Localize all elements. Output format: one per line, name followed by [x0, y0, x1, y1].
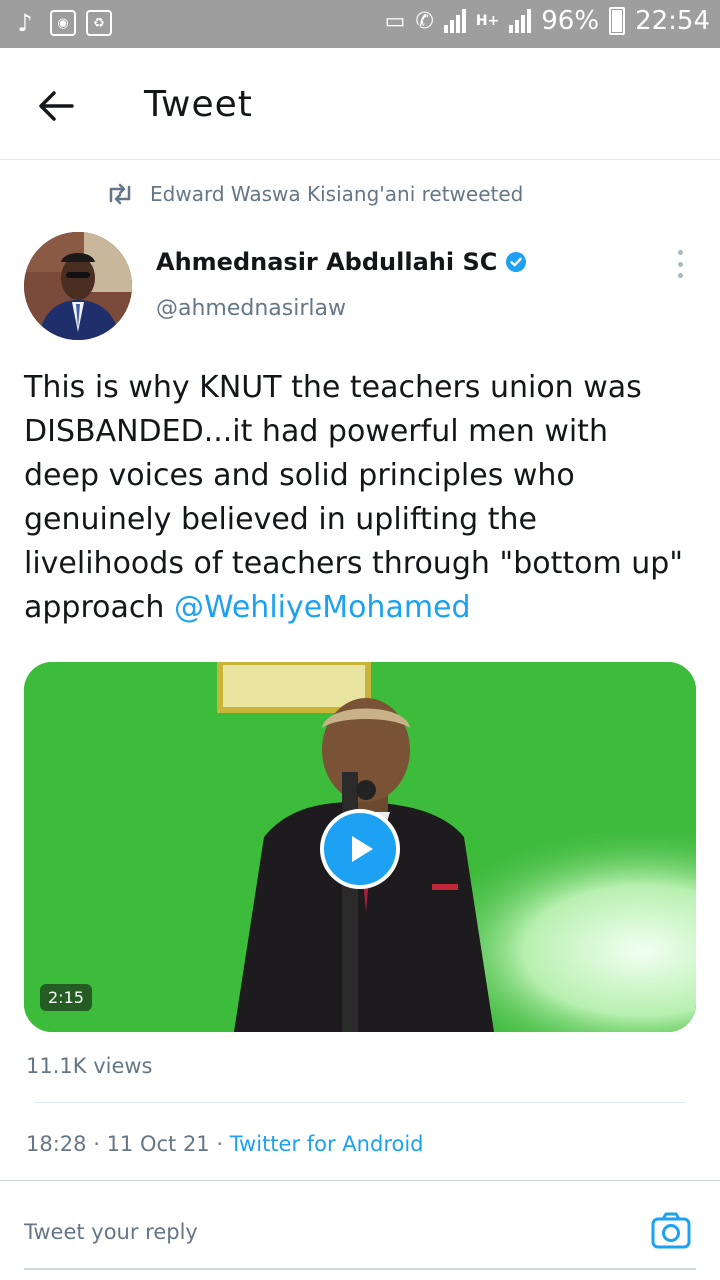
retweeted-by-text[interactable]: Edward Waswa Kisiang'ani retweeted	[150, 182, 523, 206]
mention-link[interactable]: @WehliyeMohamed	[174, 590, 471, 625]
tweet-source-link[interactable]: Twitter for Android	[230, 1132, 424, 1156]
reply-underline	[24, 1268, 696, 1270]
tweet-body: This is why KNUT the teachers union was …	[24, 370, 684, 625]
author-name[interactable]: Ahmednasir Abdullahi SC	[156, 248, 527, 276]
music-note-icon: ♪	[17, 9, 33, 37]
play-icon	[352, 836, 373, 862]
profile-photo	[24, 232, 132, 340]
divider	[34, 1102, 686, 1103]
arrow-left-icon	[39, 91, 74, 121]
view-count: 11.1K views	[26, 1054, 153, 1078]
battery-percent: 96%	[541, 6, 600, 36]
network-type-label: H+	[475, 13, 500, 29]
tweet-time: 18:28	[26, 1132, 87, 1156]
meta-separator: ·	[86, 1132, 107, 1156]
camera-button[interactable]	[650, 1210, 692, 1252]
more-dots-icon	[677, 250, 683, 255]
recycle-icon: ♻	[86, 10, 112, 36]
camera-icon	[651, 1212, 691, 1249]
tweet-date: 11 Oct 21	[106, 1132, 210, 1156]
more-dot	[677, 273, 683, 278]
meta-separator: ·	[209, 1132, 230, 1156]
tweet-text: This is why KNUT the teachers union was …	[24, 366, 684, 630]
camera-notification-icon: ◉	[50, 10, 76, 36]
play-button[interactable]	[320, 809, 400, 889]
page-title: Tweet	[144, 84, 253, 125]
clock: 22:54	[635, 6, 710, 36]
app-bar: Tweet	[0, 48, 720, 160]
reply-input[interactable]	[24, 1212, 624, 1252]
avatar[interactable]	[24, 232, 132, 340]
verified-badge-icon	[506, 252, 527, 272]
author-handle[interactable]: @ahmednasirlaw	[156, 296, 346, 321]
retweet-icon	[109, 183, 131, 205]
tweet-metadata: 18:28 · 11 Oct 21 · Twitter for Android	[26, 1132, 424, 1156]
cast-icon: ▭	[384, 8, 406, 34]
divider	[0, 1180, 720, 1181]
status-bar: ♪ ◉ ♻ ▭ ✆ H+ 96% 22:54	[0, 0, 720, 48]
video-player[interactable]: 2:15	[24, 662, 696, 1032]
signal-icon	[443, 9, 466, 33]
battery-icon	[609, 7, 626, 35]
signal-strength-icon	[509, 9, 532, 33]
author-name-text: Ahmednasir Abdullahi SC	[156, 248, 498, 276]
phone-icon: ✆	[415, 8, 434, 34]
more-dot	[677, 261, 683, 267]
video-duration: 2:15	[40, 984, 92, 1011]
more-options-button[interactable]	[664, 248, 696, 280]
retweet-indicator: Edward Waswa Kisiang'ani retweeted	[106, 182, 523, 206]
back-button[interactable]	[32, 82, 80, 130]
system-icons: ▭ ✆ H+ 96% 22:54	[385, 6, 710, 36]
notification-icons: ♪ ◉ ♻	[10, 8, 112, 38]
